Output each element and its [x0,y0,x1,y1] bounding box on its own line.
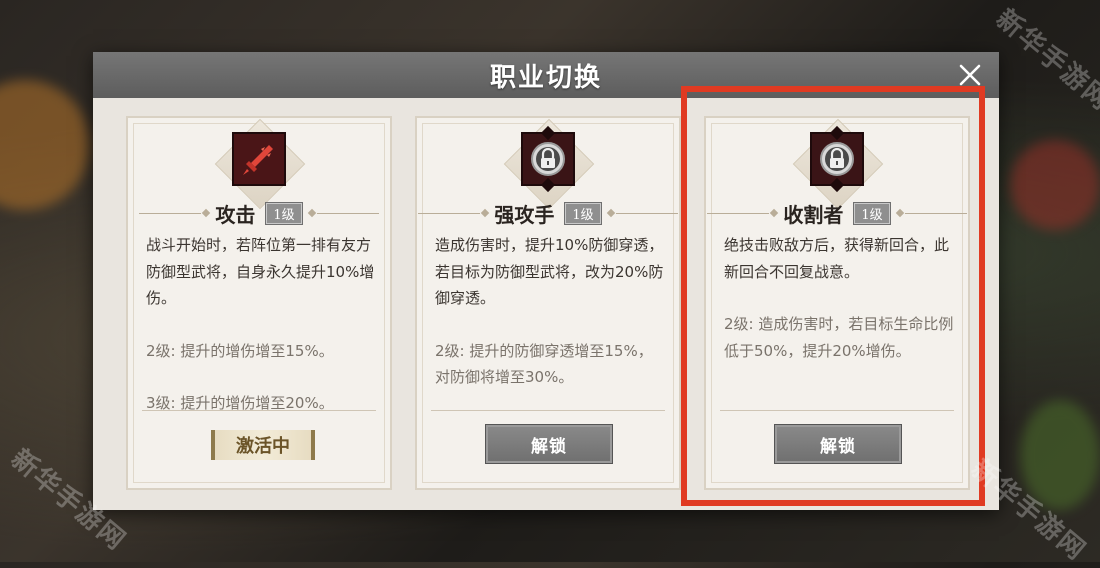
unlock-button[interactable]: 解锁 [774,424,902,464]
divider [431,410,665,411]
lock-icon [820,142,854,176]
upgrade-text: 2级: 提升的防御穿透增至15%，对防御将增至30%。 [435,341,653,387]
class-switch-dialog: 职业切换 攻击 1级 战斗开始时，若阵位第一排有友方防御型武将，自身永久提升10… [93,52,999,510]
level-badge: 1级 [853,201,891,225]
close-button[interactable] [955,60,985,90]
watermark: 新华手游网 [990,3,1100,117]
background-blob [1020,400,1100,510]
ornament-line [139,212,202,214]
active-status-badge: 激活中 [211,430,315,460]
close-icon [959,64,981,86]
ornament-line [316,212,379,214]
class-title-row: 攻击 1级 [128,200,390,227]
class-description: 战斗开始时，若阵位第一排有友方防御型武将，自身永久提升10%增伤。 2级: 提升… [146,232,378,417]
class-icon [232,132,286,186]
class-title-row: 强攻手 1级 [417,200,679,227]
divider [720,410,954,411]
class-icon [810,132,864,186]
class-description: 绝技击败敌方后，获得新回合，此新回合不回复战意。 2级: 造成伤害时，若目标生命… [724,232,956,364]
class-card-reaper[interactable]: 收割者 1级 绝技击败敌方后，获得新回合，此新回合不回复战意。 2级: 造成伤害… [704,116,970,490]
ornament-line [615,212,678,214]
divider [142,410,376,411]
upgrade-text: 2级: 提升的增伤增至15%。 [146,341,334,360]
dialog-title: 职业切换 [489,62,602,93]
description-text: 绝技击败敌方后，获得新回合，此新回合不回复战意。 [724,236,950,281]
level-badge: 1级 [564,201,602,225]
class-name: 攻击 [215,202,256,227]
upgrade-text: 2级: 造成伤害时，若目标生命比例低于50%，提升20%增伤。 [724,315,954,360]
sword-icon [243,145,273,175]
unlock-button[interactable]: 解锁 [485,424,613,464]
upgrade-text: 3级: 提升的增伤增至20%。 [146,394,334,412]
description-text: 战斗开始时，若阵位第一排有友方防御型武将，自身永久提升10%增伤。 [146,236,375,307]
class-name: 强攻手 [494,202,555,227]
ornament-line [707,212,770,214]
class-icon [521,132,575,186]
class-title-row: 收割者 1级 [706,200,968,227]
class-name: 收割者 [783,202,844,227]
ornament-line [418,212,481,214]
class-card-assaulter[interactable]: 强攻手 1级 造成伤害时，提升10%防御穿透，若目标为防御型武将，改为20%防御… [415,116,681,490]
ornament-line [904,212,967,214]
class-card-attack[interactable]: 攻击 1级 战斗开始时，若阵位第一排有友方防御型武将，自身永久提升10%增伤。 … [126,116,392,490]
background-blob [1010,140,1100,230]
background-blob [0,80,90,210]
lock-icon [531,142,565,176]
dialog-header: 职业切换 [93,52,999,98]
class-description: 造成伤害时，提升10%防御穿透，若目标为防御型武将，改为20%防御穿透。 2级:… [435,232,667,391]
description-text: 造成伤害时，提升10%防御穿透，若目标为防御型武将，改为20%防御穿透。 [435,236,664,307]
level-badge: 1级 [265,201,303,225]
